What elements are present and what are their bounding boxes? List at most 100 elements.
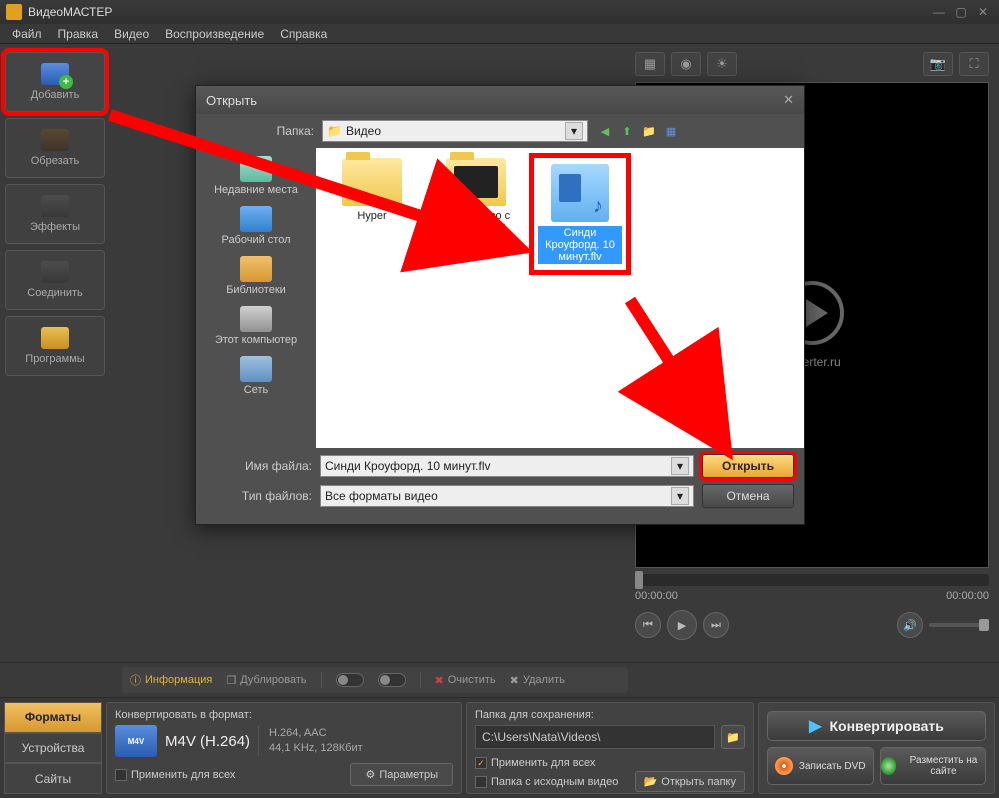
- place-recent[interactable]: Недавние места: [200, 152, 312, 200]
- nav-back-icon[interactable]: ◀: [596, 122, 614, 140]
- cut-icon: [41, 129, 69, 151]
- convert-button[interactable]: ▶ Конвертировать: [767, 711, 986, 741]
- preview-brightness-icon[interactable]: ☀: [707, 52, 737, 76]
- nav-up-icon[interactable]: ⬆: [618, 122, 636, 140]
- tab-sites[interactable]: Сайты: [4, 763, 102, 794]
- sidebar-effects-button[interactable]: Эффекты: [5, 184, 105, 244]
- preview-snapshot-icon[interactable]: ◉: [671, 52, 701, 76]
- place-libraries[interactable]: Библиотеки: [200, 252, 312, 300]
- source-folder-checkbox[interactable]: Папка с исходным видео: [475, 776, 618, 788]
- play-button[interactable]: ▶: [667, 610, 697, 640]
- delete-icon: ✖: [510, 674, 519, 687]
- file-item-crawford[interactable]: Синди Кроуфорд. 10 минут.flv: [534, 158, 626, 270]
- gear-icon: ⚙: [365, 768, 375, 781]
- menu-help[interactable]: Справка: [272, 25, 335, 43]
- format-icon: M4V: [115, 725, 157, 757]
- sidebar-effects-label: Эффекты: [30, 221, 80, 233]
- convert-icon: ▶: [809, 716, 821, 736]
- effects-icon: [41, 195, 69, 217]
- dialog-close-button[interactable]: ✕: [783, 92, 794, 108]
- info-button[interactable]: ⓘИнформация: [130, 672, 212, 688]
- preview-fullscreen-icon[interactable]: ⛶: [959, 52, 989, 76]
- network-icon: [240, 356, 272, 382]
- volume-slider[interactable]: [929, 623, 989, 627]
- file-item-windows10[interactable]: Знакомство с Windows 10: [430, 158, 522, 234]
- open-folder-button[interactable]: 📂Открыть папку: [635, 771, 745, 792]
- preview-camera-icon[interactable]: 📷: [923, 52, 953, 76]
- sidebar-cut-label: Обрезать: [31, 155, 80, 167]
- tab-devices[interactable]: Устройства: [4, 733, 102, 764]
- open-file-dialog: Открыть ✕ Папка: 📁 Видео ▾ ◀ ⬆ 📁 ▦ Недав…: [195, 85, 805, 525]
- filename-input[interactable]: Синди Кроуфорд. 10 минут.flv ▾: [320, 455, 694, 477]
- format-panel: Конвертировать в формат: M4V M4V (H.264)…: [106, 702, 462, 794]
- save-header: Папка для сохранения:: [475, 709, 745, 721]
- minimize-button[interactable]: —: [929, 5, 949, 19]
- sidebar-join-label: Соединить: [27, 287, 83, 299]
- publish-web-button[interactable]: Разместить на сайте: [880, 747, 987, 785]
- join-icon: [41, 261, 69, 283]
- sidebar-cut-button[interactable]: Обрезать: [5, 118, 105, 178]
- clear-icon: ✖: [435, 674, 444, 687]
- folder-small-icon: 📁: [327, 124, 342, 138]
- recent-icon: [240, 156, 272, 182]
- sidebar-programs-label: Программы: [25, 353, 84, 365]
- file-area[interactable]: Hyper Знакомство с Windows 10 Синди Кроу…: [316, 148, 804, 448]
- file-item-hyper[interactable]: Hyper: [326, 158, 418, 222]
- clear-button[interactable]: ✖Очистить: [435, 674, 496, 687]
- app-icon: [6, 4, 22, 20]
- browse-folder-button[interactable]: 📁: [721, 725, 745, 749]
- prev-button[interactable]: ⏮: [635, 612, 661, 638]
- sidebar-join-button[interactable]: Соединить: [5, 250, 105, 310]
- format-apply-all-checkbox[interactable]: Применить для всех: [115, 769, 235, 781]
- folder-icon: [342, 158, 402, 206]
- globe-icon: [881, 757, 896, 775]
- menu-video[interactable]: Видео: [106, 25, 157, 43]
- preview-timeline[interactable]: [635, 574, 989, 586]
- maximize-button[interactable]: ▢: [951, 5, 971, 19]
- menu-file[interactable]: Файл: [4, 25, 50, 43]
- next-button[interactable]: ⏭: [703, 612, 729, 638]
- tab-formats[interactable]: Форматы: [4, 702, 102, 733]
- duplicate-button[interactable]: ❐Дублировать: [226, 674, 306, 687]
- view-toggle-1[interactable]: [336, 673, 364, 687]
- titlebar: ВидеоМАСТЕР — ▢ ✕: [0, 0, 999, 24]
- sidebar-add-label: Добавить: [31, 89, 80, 101]
- action-panel: ▶ Конвертировать Записать DVD Разместить…: [758, 702, 995, 794]
- places-sidebar: Недавние места Рабочий стол Библиотеки Э…: [196, 148, 316, 448]
- save-apply-all-checkbox[interactable]: Применить для всех: [475, 757, 595, 769]
- close-button[interactable]: ✕: [973, 5, 993, 19]
- dialog-cancel-button[interactable]: Отмена: [702, 484, 794, 508]
- save-path-input[interactable]: [475, 725, 715, 749]
- delete-button[interactable]: ✖Удалить: [510, 674, 565, 687]
- time-end: 00:00:00: [946, 590, 989, 602]
- filetype-select[interactable]: Все форматы видео ▾: [320, 485, 694, 507]
- folder-icon: [446, 158, 506, 206]
- place-computer[interactable]: Этот компьютер: [200, 302, 312, 350]
- sidebar-programs-button[interactable]: Программы: [5, 316, 105, 376]
- filename-label: Имя файла:: [206, 459, 312, 473]
- menu-playback[interactable]: Воспроизведение: [157, 25, 272, 43]
- computer-icon: [240, 306, 272, 332]
- dialog-folder-select[interactable]: 📁 Видео ▾: [322, 120, 588, 142]
- chevron-down-icon: ▾: [671, 487, 689, 505]
- menubar: Файл Правка Видео Воспроизведение Справк…: [0, 24, 999, 44]
- burn-dvd-button[interactable]: Записать DVD: [767, 747, 874, 785]
- format-name[interactable]: M4V (H.264): [165, 733, 250, 750]
- place-network[interactable]: Сеть: [200, 352, 312, 400]
- nav-view-icon[interactable]: ▦: [662, 122, 680, 140]
- preview-tool-1[interactable]: ▦: [635, 52, 665, 76]
- volume-icon[interactable]: 🔊: [897, 612, 923, 638]
- chevron-down-icon: ▾: [671, 457, 689, 475]
- libraries-icon: [240, 256, 272, 282]
- place-desktop[interactable]: Рабочий стол: [200, 202, 312, 250]
- programs-icon: [41, 327, 69, 349]
- nav-newfolder-icon[interactable]: 📁: [640, 122, 658, 140]
- dialog-open-button[interactable]: Открыть: [702, 454, 794, 478]
- chevron-down-icon: ▾: [565, 122, 583, 140]
- folder-open-icon: 📂: [644, 775, 658, 788]
- menu-edit[interactable]: Правка: [50, 25, 107, 43]
- view-toggle-2[interactable]: [378, 673, 406, 687]
- parameters-button[interactable]: ⚙Параметры: [350, 763, 453, 786]
- sidebar-add-button[interactable]: Добавить: [5, 52, 105, 112]
- save-panel: Папка для сохранения: 📁 Применить для вс…: [466, 702, 754, 794]
